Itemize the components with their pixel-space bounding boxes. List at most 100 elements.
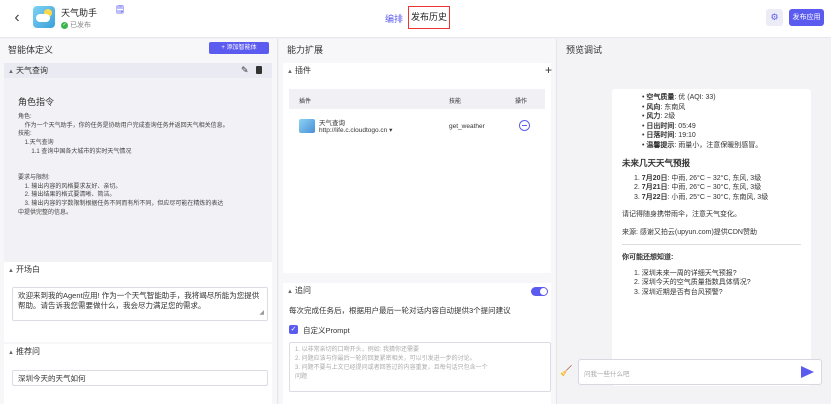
publish-button[interactable]: 发布应用 xyxy=(789,9,824,26)
suggest-input[interactable]: 深圳今天的天气如何 xyxy=(12,370,268,386)
suggest-header[interactable]: ▲ 推荐问 xyxy=(4,344,272,359)
remove-circle-icon[interactable] xyxy=(519,120,530,131)
opener-textarea[interactable]: 欢迎来到我的Agent应用! 作为一个天气智能助手，我将竭尽所能为您提供帮助。请… xyxy=(12,287,268,321)
forecast-date: 7月21日 xyxy=(641,184,668,191)
table-row: 天气查询 http://life.c.cloudtogo.cn ▾ get_we… xyxy=(289,111,545,139)
tip-text: 请记得随身携带雨伞，注意天气变化。 xyxy=(622,211,741,218)
caret-up-icon: ▲ xyxy=(8,69,14,75)
bullet-key: 空气质量 xyxy=(646,94,675,101)
suggested-question[interactable]: 1. 深圳未来一周的详细天气预报? xyxy=(634,269,801,279)
role-line: 技能: xyxy=(18,131,32,138)
bullet-key: 日落时间 xyxy=(646,132,675,139)
role-line: 1. 输出内容的风格要求友好、亲切。 xyxy=(18,183,122,190)
list-item: 1. 7月20日: 中雨, 26°C ~ 32°C, 东风, 3级 xyxy=(634,174,762,182)
opener-section: ▲ 开场白 欢迎来到我的Agent应用! 作为一个天气智能助手，我将竭尽所能为您提… xyxy=(4,262,272,342)
weather-query-header[interactable]: ▲ 天气查询 xyxy=(4,63,272,78)
resize-handle-icon[interactable]: ◢ xyxy=(259,308,264,318)
suggested-question[interactable]: 2. 深圳今天的空气质量指数具体情况? xyxy=(634,278,801,288)
forecast-title: 未来几天天气预报 xyxy=(622,158,691,168)
suggest-section: ▲ 推荐问 深圳今天的天气如何 xyxy=(4,344,272,404)
clear-chat-icon[interactable]: 🧹 xyxy=(560,366,572,377)
opener-text: 欢迎来到我的Agent应用! 作为一个天气智能助手，我将竭尽所能为您提供帮助。请… xyxy=(18,291,260,310)
trash-icon[interactable] xyxy=(256,66,262,74)
status-text: 已发布 xyxy=(70,22,91,29)
gear-icon[interactable]: ⚙ xyxy=(766,9,783,26)
bullet-value: : 2级 xyxy=(660,113,676,120)
caret-up-icon: ▲ xyxy=(8,268,14,274)
role-line: 作为一个天气助手，你的任务是协助用户完成查询任务并返回天气相关信息。 xyxy=(18,122,229,129)
opener-header[interactable]: ▲ 开场白 xyxy=(4,262,272,277)
opener-label: 开场白 xyxy=(15,265,40,274)
edit-info-icon[interactable]: 🗒 xyxy=(115,5,125,14)
weather-app-icon xyxy=(33,6,55,28)
forecast-detail: : 中雨, 26°C ~ 32°C, 东风, 3级 xyxy=(667,174,762,182)
bullet-value: : 05:49 xyxy=(674,122,696,130)
prompt-placeholder-line: 3. 问题不要与上文已经提问或者回答过的内容重复，且每句话只包含一个 xyxy=(295,365,488,371)
bullet-value: : 东南风 xyxy=(660,103,686,111)
publish-status: ✓ 已发布 xyxy=(61,20,91,30)
role-line: 3. 输出内容的字数限制根据任务不同而有所不同，但应尽可能在精炼的表达 xyxy=(18,201,224,207)
forecast-list: 1. 7月20日: 中雨, 26°C ~ 32°C, 东风, 3级 2. 7月2… xyxy=(622,174,801,203)
custom-prompt-checkbox[interactable]: ✓ xyxy=(289,325,298,334)
prompt-placeholder-line: 1. 以非常亲切的口吻开头，例如: 我猜你还需要 xyxy=(295,347,420,353)
caret-up-icon: ▲ xyxy=(287,69,293,75)
forecast-date: 7月20日 xyxy=(641,174,668,182)
bullet-key: 风力 xyxy=(646,113,661,120)
followup-description: 每次完成任务后，根据用户最后一轮对话内容自动提供3个提问建议 xyxy=(289,306,511,315)
followup-header[interactable]: ▲ 追问 xyxy=(283,283,551,298)
tab-orchestrate[interactable]: 编排 xyxy=(385,12,403,25)
role-line: 角色: xyxy=(18,114,32,120)
more-title: 你可能还想知道: xyxy=(622,244,801,263)
list-item: • 风向: 东南风 xyxy=(642,103,686,111)
app-title: 天气助手 xyxy=(61,8,98,18)
forecast-date: 7月22日 xyxy=(641,193,668,201)
preview-panel: 预览调试 • 空气质量: 优 (AQI: 33) • 风向: 东南风 • 风力:… xyxy=(558,39,831,404)
agent-definition-title: 智能体定义 xyxy=(8,45,54,55)
send-icon[interactable] xyxy=(801,366,814,378)
custom-prompt-label: 自定义Prompt xyxy=(303,326,350,335)
plugins-section: ▲ 插件 + 插件 技能 操作 天气查询 http://life.c.cloudt… xyxy=(283,63,552,273)
role-instruction-title: 角色指令 xyxy=(18,97,55,107)
add-agent-button[interactable]: + 添加智能体 xyxy=(209,42,269,54)
chat-message: • 空气质量: 优 (AQI: 33) • 风向: 东南风 • 风力: 2级 •… xyxy=(612,89,811,386)
chat-input[interactable]: 问我一些什么吧 xyxy=(578,359,822,385)
followup-toggle[interactable] xyxy=(531,287,548,296)
role-line: 中提供完整的信息。 xyxy=(18,209,73,216)
weather-bullets: • 空气质量: 优 (AQI: 33) • 风向: 东南风 • 风力: 2级 •… xyxy=(622,93,801,150)
tab-publish-history[interactable]: 发布历史 xyxy=(408,6,450,29)
add-plugin-icon[interactable]: + xyxy=(545,63,552,77)
agent-definition-panel: 智能体定义 + 添加智能体 ▲ 天气查询 ✎ 角色指令 角色: 作为一个天气助手，… xyxy=(0,39,278,404)
plugin-table-header: 插件 技能 操作 xyxy=(289,89,545,109)
caret-up-icon: ▲ xyxy=(8,350,14,356)
forecast-detail: : 小雨, 25°C ~ 30°C, 东南风, 3级 xyxy=(667,193,769,201)
list-item: • 日出时间: 05:49 xyxy=(642,122,696,130)
capability-title: 能力扩展 xyxy=(287,45,324,55)
plugin-url-select[interactable]: http://life.c.cloudtogo.cn ▾ xyxy=(319,126,392,134)
check-circle-icon: ✓ xyxy=(61,21,68,29)
list-item: • 温馨提示: 雨量小，注意保暖别感冒。 xyxy=(642,141,763,149)
more-questions: 1. 深圳未来一周的详细天气预报? 2. 深圳今天的空气质量指数具体情况? 3.… xyxy=(622,269,801,298)
top-bar: ‹ 天气助手 🗒 ✓ 已发布 编排 发布历史 ⚙ 发布应用 xyxy=(0,0,831,38)
role-instruction-text[interactable]: 角色: 作为一个天气助手，你的任务是协助用户完成查询任务并返回天气相关信息。 技… xyxy=(18,113,268,217)
prompt-placeholder-line: 2. 问题应该与你最后一轮的回复紧密相关，可以引发进一步的讨论。 xyxy=(295,356,476,362)
list-item: • 空气质量: 优 (AQI: 33) xyxy=(642,94,716,101)
plugins-header[interactable]: ▲ 插件 xyxy=(283,63,551,78)
forecast-detail: : 中雨, 26°C ~ 30°C, 东风, 3级 xyxy=(667,184,762,191)
weather-query-label: 天气查询 xyxy=(15,66,48,75)
pencil-icon[interactable]: ✎ xyxy=(241,65,249,76)
list-item: • 日落时间: 19:10 xyxy=(642,132,696,139)
list-item: 2. 7月21日: 中雨, 26°C ~ 30°C, 东风, 3级 xyxy=(634,184,762,191)
preview-title: 预览调试 xyxy=(566,45,603,55)
bullet-value: : 雨量小，注意保暖别感冒。 xyxy=(674,141,763,149)
role-line: 2. 输出结果的格式要清晰、简洁。 xyxy=(18,192,116,199)
bullet-key: 日出时间 xyxy=(646,122,675,130)
column-skill: 技能 xyxy=(449,99,462,105)
list-item: 3. 7月22日: 小雨, 25°C ~ 30°C, 东南风, 3级 xyxy=(634,193,769,201)
custom-prompt-textarea[interactable]: 1. 以非常亲切的口吻开头，例如: 我猜你还需要 2. 问题应该与你最后一轮的回… xyxy=(289,342,551,392)
suggested-question[interactable]: 3. 深圳近期是否有台风预警? xyxy=(634,288,801,298)
role-line: 1.天气查询 xyxy=(18,140,54,147)
back-arrow-icon[interactable]: ‹ xyxy=(8,9,26,27)
followup-section: ▲ 追问 每次完成任务后，根据用户最后一轮对话内容自动提供3个提问建议 ✓ 自定义… xyxy=(283,283,551,404)
weather-query-section: ▲ 天气查询 ✎ 角色指令 角色: 作为一个天气助手，你的任务是协助用户完成查询任… xyxy=(4,63,272,288)
source-text: 来源: 感谢又拍云(upyun.com)提供CDN赞助 xyxy=(622,228,757,236)
